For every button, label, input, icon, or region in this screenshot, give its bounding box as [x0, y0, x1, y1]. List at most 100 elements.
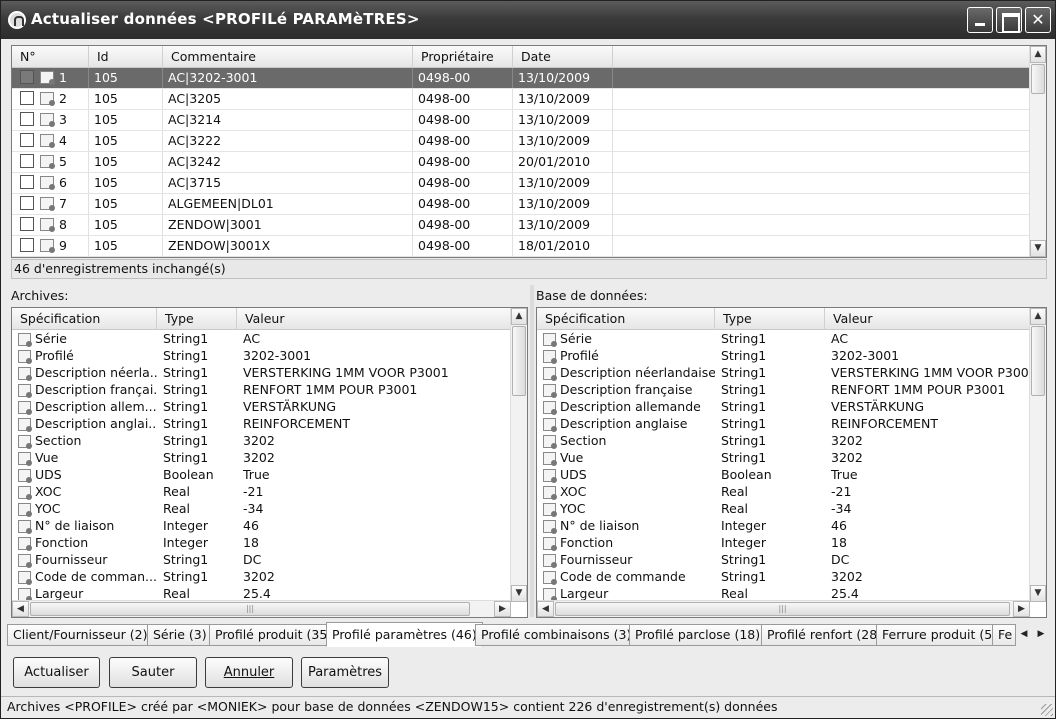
table-row[interactable]: 3 105 AC|3214 0498-00 13/10/2009 [12, 110, 1030, 131]
parameters-button[interactable]: Paramètres [301, 657, 389, 688]
table-row[interactable]: 5 105 AC|3242 0498-00 20/01/2010 [12, 152, 1030, 173]
property-row[interactable]: Vue String1 3202 [537, 449, 1030, 466]
tab-profile-combinaisons[interactable]: Profilé combinaisons (3) [475, 624, 638, 646]
column-header-specification[interactable]: Spécification [537, 308, 715, 330]
row-checkbox[interactable] [20, 133, 34, 147]
property-row[interactable]: Fournisseur String1 DC [12, 551, 511, 568]
row-checkbox[interactable] [20, 217, 34, 231]
tab-profile-renfort[interactable]: Profilé renfort (28) [761, 624, 889, 646]
scroll-down-icon[interactable]: ▼ [1030, 585, 1046, 602]
scroll-thumb[interactable] [1031, 326, 1045, 396]
property-row[interactable]: Description allem... String1 VERSTÄRKUNG [12, 398, 511, 415]
property-row[interactable]: Vue String1 3202 [12, 449, 511, 466]
scroll-thumb[interactable]: ||| [30, 602, 470, 616]
scroll-up-icon[interactable]: ▲ [1030, 46, 1046, 63]
row-checkbox[interactable] [20, 91, 34, 105]
scroll-thumb[interactable] [512, 326, 526, 396]
tab-client-fournisseur[interactable]: Client/Fournisseur (2) [7, 624, 154, 646]
property-row[interactable]: Description néerlandaise String1 VERSTERKI… [537, 364, 1030, 381]
scroll-down-icon[interactable]: ▼ [1030, 240, 1046, 257]
tab-profile-parclose[interactable]: Profilé parclose (18) [629, 624, 767, 646]
property-row[interactable]: Code de commande String1 3202 [537, 568, 1030, 585]
scroll-right-icon[interactable]: ▶ [494, 601, 511, 617]
property-row[interactable]: Profilé String1 3202-3001 [12, 347, 511, 364]
property-row[interactable]: Série String1 AC [537, 330, 1030, 347]
cancel-button[interactable]: Annuler [205, 657, 293, 688]
row-checkbox[interactable] [20, 70, 34, 84]
tab-profile-produit[interactable]: Profilé produit (35) [209, 624, 339, 646]
scroll-left-icon[interactable]: ◀ [537, 601, 554, 617]
close-button[interactable]: ✕ [1025, 7, 1051, 33]
property-row[interactable]: Fonction Integer 18 [12, 534, 511, 551]
table-row[interactable]: 6 105 AC|3715 0498-00 13/10/2009 [12, 173, 1030, 194]
column-header-owner[interactable]: Propriétaire [413, 46, 513, 68]
property-row[interactable]: N° de liaison Integer 46 [12, 517, 511, 534]
property-row[interactable]: N° de liaison Integer 46 [537, 517, 1030, 534]
column-header-specification[interactable]: Spécification [12, 308, 157, 330]
tab-serie[interactable]: Série (3) [147, 624, 213, 646]
property-row[interactable]: Description française String1 RENFORT 1MM … [537, 381, 1030, 398]
minimize-button[interactable] [967, 7, 993, 33]
property-row[interactable]: Description anglai... String1 REINFORCEMEN… [12, 415, 511, 432]
scroll-up-icon[interactable]: ▲ [511, 308, 527, 325]
panel-splitter[interactable] [530, 285, 534, 617]
column-header-value[interactable]: Valeur [825, 308, 1030, 330]
property-row[interactable]: Description néerla... String1 VERSTERKING … [12, 364, 511, 381]
property-row[interactable]: YOC Real -34 [537, 500, 1030, 517]
table-row[interactable]: 8 105 ZENDOW|3001 0498-00 13/10/2009 [12, 215, 1030, 236]
row-checkbox[interactable] [20, 154, 34, 168]
scroll-right-icon[interactable]: ▶ [1013, 601, 1030, 617]
scroll-left-icon[interactable]: ◀ [12, 601, 29, 617]
tab-fe[interactable]: Fe [992, 624, 1016, 646]
property-row[interactable]: XOC Real -21 [12, 483, 511, 500]
property-row[interactable]: Description anglaise String1 REINFORCEMENT [537, 415, 1030, 432]
property-row[interactable]: Description françai... String1 RENFORT 1MM… [12, 381, 511, 398]
column-header-type[interactable]: Type [715, 308, 825, 330]
row-checkbox[interactable] [20, 196, 34, 210]
archives-grid[interactable]: Spécification Type Valeur Série String1 AC… [11, 307, 528, 618]
property-row[interactable]: Section String1 3202 [12, 432, 511, 449]
database-grid[interactable]: Spécification Type Valeur Série String1 AC… [536, 307, 1047, 618]
database-hscrollbar[interactable]: ◀ ||| ▶ [537, 600, 1030, 617]
archives-vscrollbar[interactable]: ▲ ▼ [510, 308, 527, 602]
column-header-value[interactable]: Valeur [237, 308, 511, 330]
update-button[interactable]: Actualiser [13, 657, 100, 688]
row-checkbox[interactable] [20, 112, 34, 126]
table-row[interactable]: 9 105 ZENDOW|3001X 0498-00 18/01/2010 [12, 236, 1030, 257]
property-row[interactable]: UDS Boolean True [537, 466, 1030, 483]
records-grid[interactable]: N° Id Commentaire Propriétaire Date 1 105… [11, 45, 1047, 258]
resize-grip-icon[interactable] [1041, 704, 1053, 716]
column-header-date[interactable]: Date [513, 46, 613, 68]
tab-profile-parametres[interactable]: Profilé paramètres (46) [326, 622, 483, 647]
property-row[interactable]: Code de comman... String1 3202 [12, 568, 511, 585]
tab-scroll-left-icon[interactable]: ◀ [1018, 626, 1030, 642]
property-row[interactable]: Profilé String1 3202-3001 [537, 347, 1030, 364]
title-bar[interactable]: Actualiser données <PROFILé PARAMèTRES> … [1, 1, 1055, 39]
maximize-button[interactable] [996, 7, 1022, 33]
database-vscrollbar[interactable]: ▲ ▼ [1029, 308, 1046, 602]
table-row[interactable]: 1 105 AC|3202-3001 0498-00 13/10/2009 [12, 68, 1030, 89]
scroll-thumb[interactable] [1031, 64, 1045, 94]
property-row[interactable]: Fournisseur String1 DC [537, 551, 1030, 568]
property-row[interactable]: Description allemande String1 VERSTÄRKUNG [537, 398, 1030, 415]
property-row[interactable]: Fonction Integer 18 [537, 534, 1030, 551]
scroll-thumb[interactable]: ||| [555, 602, 1010, 616]
column-header-type[interactable]: Type [157, 308, 237, 330]
table-row[interactable]: 2 105 AC|3205 0498-00 13/10/2009 [12, 89, 1030, 110]
property-row[interactable]: XOC Real -21 [537, 483, 1030, 500]
scroll-up-icon[interactable]: ▲ [1030, 308, 1046, 325]
tab-ferrure-produit[interactable]: Ferrure produit (5) [876, 624, 1004, 646]
column-header-comment[interactable]: Commentaire [163, 46, 413, 68]
table-row[interactable]: 7 105 ALGEMEEN|DL01 0498-00 13/10/2009 [12, 194, 1030, 215]
property-row[interactable]: Section String1 3202 [537, 432, 1030, 449]
app-icon[interactable] [8, 11, 26, 29]
column-header-id[interactable]: Id [89, 46, 163, 68]
row-checkbox[interactable] [20, 175, 34, 189]
property-row[interactable]: UDS Boolean True [12, 466, 511, 483]
property-row[interactable]: YOC Real -34 [12, 500, 511, 517]
column-header-number[interactable]: N° [12, 46, 89, 68]
tab-scroll-right-icon[interactable]: ▶ [1035, 626, 1047, 642]
scroll-down-icon[interactable]: ▼ [511, 585, 527, 602]
archives-hscrollbar[interactable]: ◀ ||| ▶ [12, 600, 511, 617]
records-scrollbar[interactable]: ▲ ▼ [1029, 46, 1046, 257]
